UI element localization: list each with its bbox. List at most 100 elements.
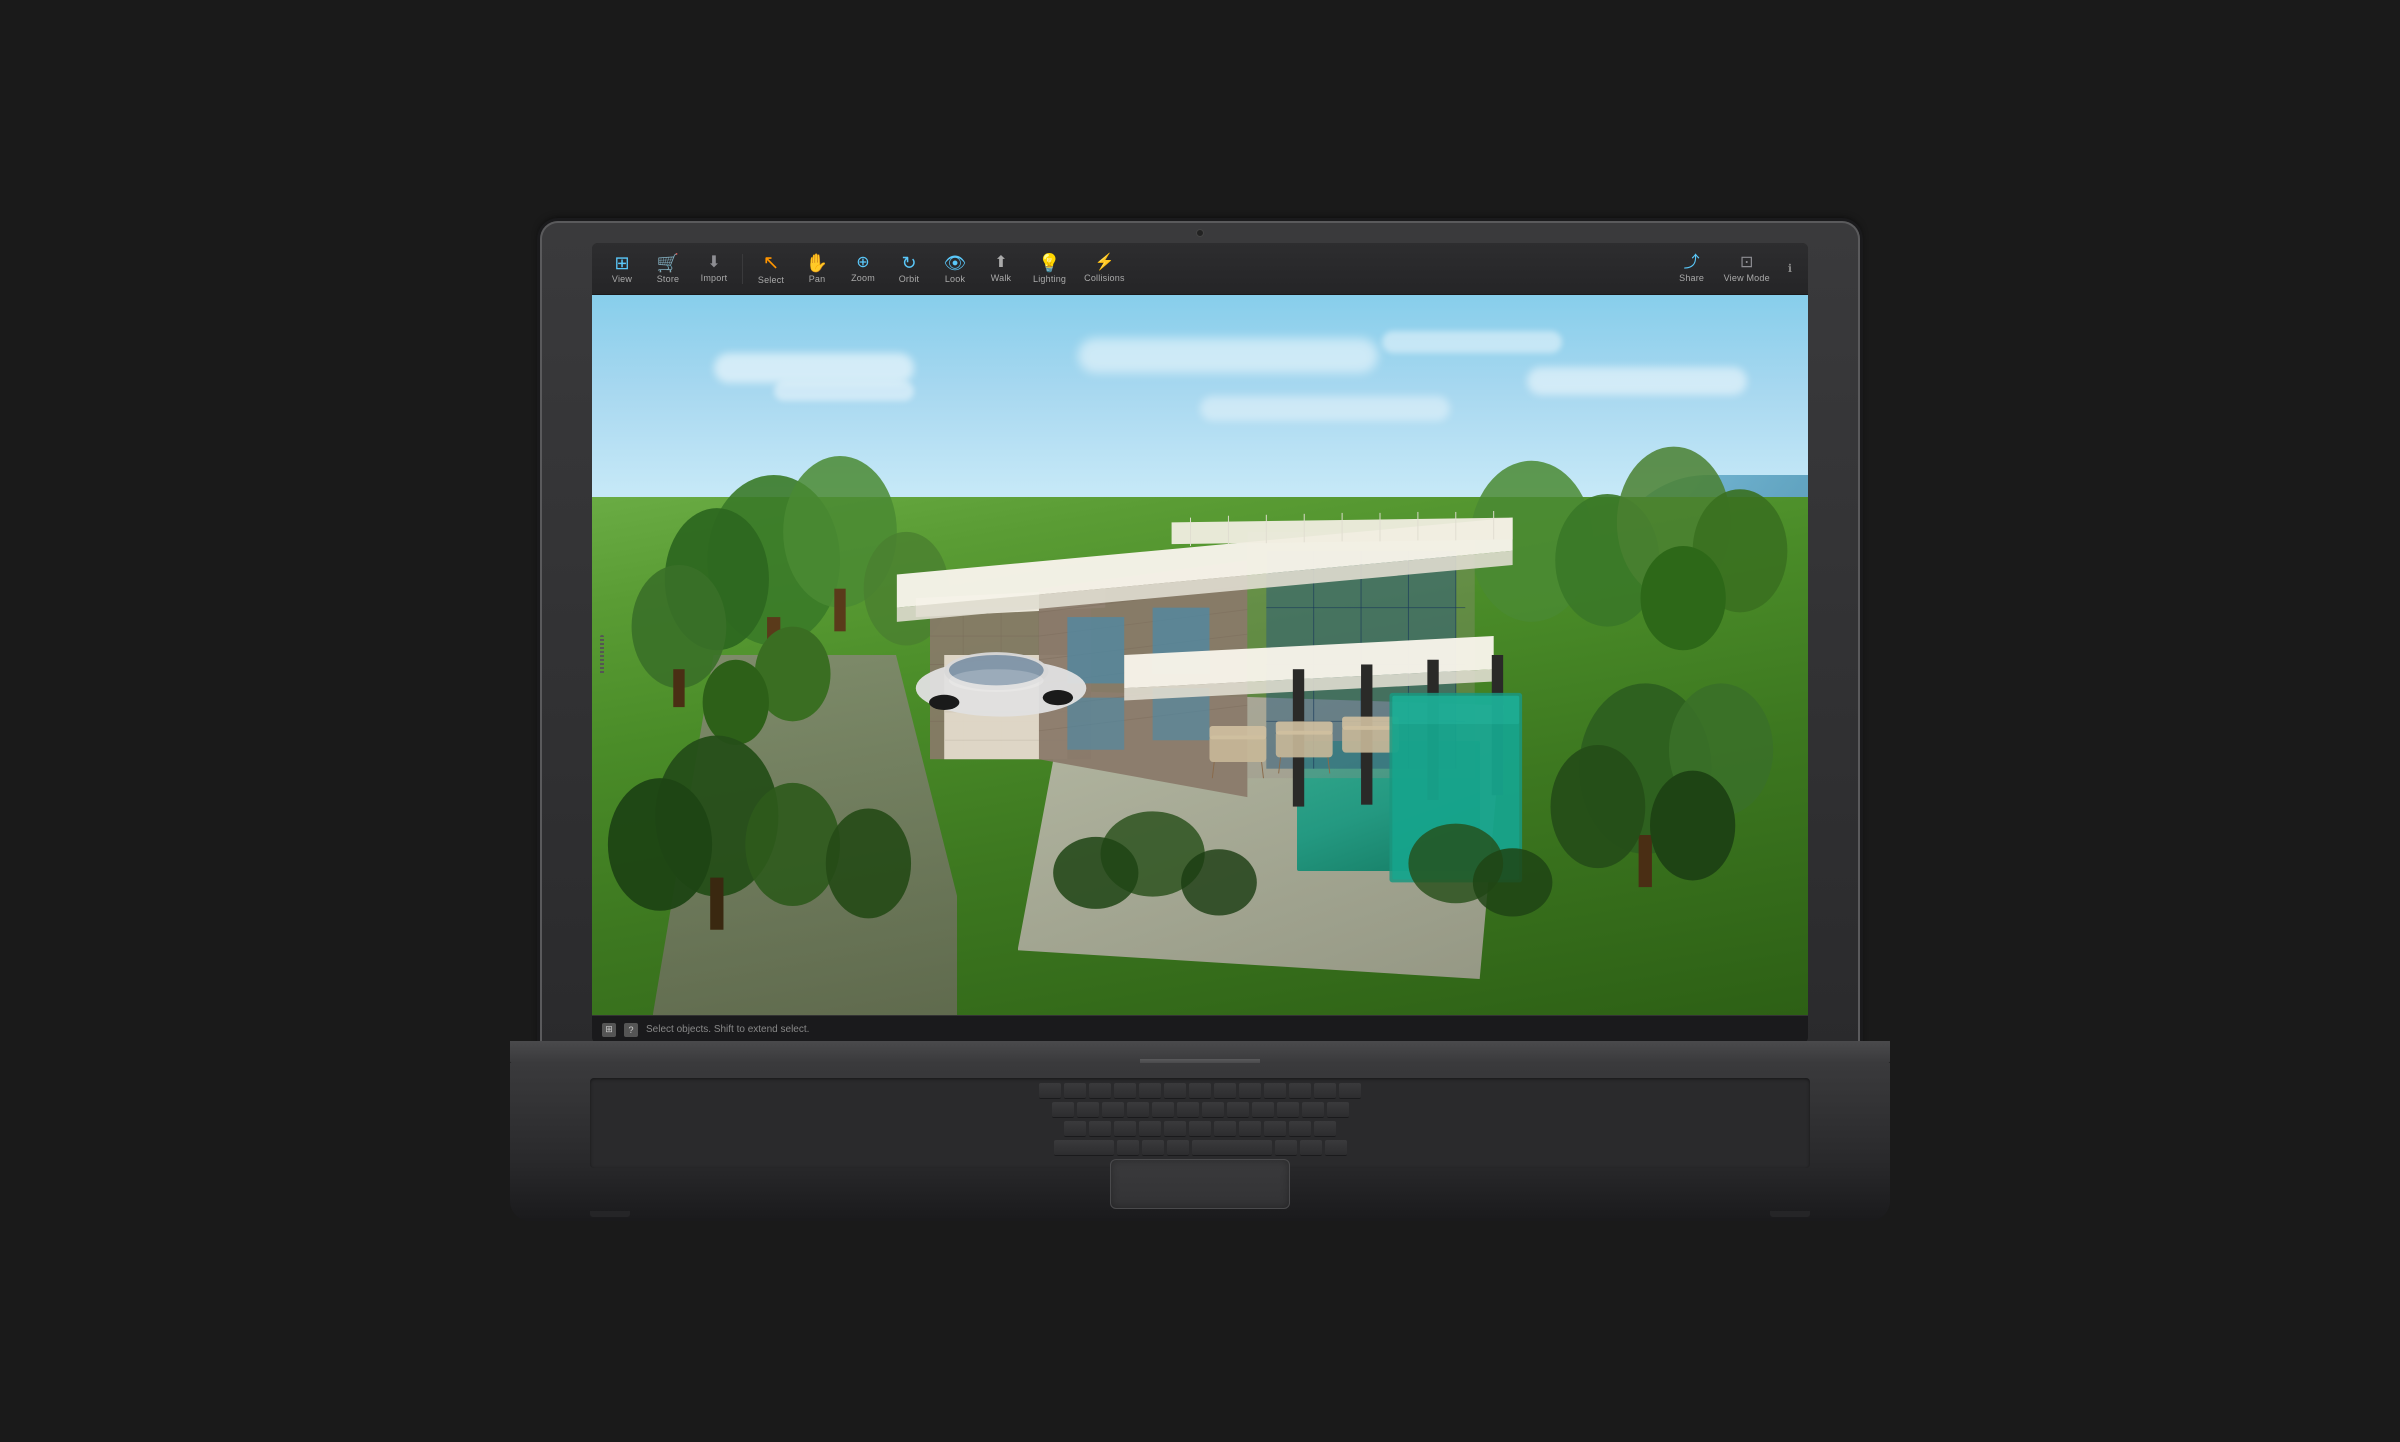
- laptop-base: [510, 1041, 1890, 1221]
- toolbar-item-share[interactable]: ⤴ Share: [1670, 251, 1714, 287]
- toolbar-item-import[interactable]: ⬇ Import: [692, 251, 736, 287]
- key: [1189, 1083, 1211, 1099]
- store-label: Store: [657, 274, 680, 284]
- viewport-3d[interactable]: [592, 295, 1808, 1015]
- laptop-frame: ⊞ View 🛒 Store ⬇ Import ↖ Select: [510, 221, 1890, 1221]
- scene-svg: [592, 295, 1808, 1015]
- pan-icon: ✋: [806, 254, 828, 272]
- key-row-2: [595, 1102, 1805, 1118]
- status-icon-grid: ⊞: [602, 1023, 616, 1037]
- info-button[interactable]: ℹ: [1780, 262, 1800, 275]
- status-text: Select objects. Shift to extend select.: [646, 1024, 809, 1035]
- screen-area: ⊞ View 🛒 Store ⬇ Import ↖ Select: [592, 243, 1808, 1043]
- key: [1314, 1083, 1336, 1099]
- toolbar-item-zoom[interactable]: ⊕ Zoom: [841, 251, 885, 287]
- lighting-icon: 💡: [1038, 254, 1060, 272]
- walk-label: Walk: [991, 273, 1011, 283]
- key: [1252, 1102, 1274, 1118]
- zoom-icon: ⊕: [856, 255, 869, 271]
- toolbar-item-select[interactable]: ↖ Select: [749, 249, 793, 289]
- select-icon: ↖: [763, 253, 780, 273]
- viewport-drag-handle[interactable]: [600, 635, 604, 675]
- toolbar-item-viewmode[interactable]: ⊡ View Mode: [1716, 251, 1778, 287]
- key-row-1: [595, 1083, 1805, 1099]
- key: [1277, 1102, 1299, 1118]
- divider-1: [742, 254, 743, 284]
- key: [1127, 1102, 1149, 1118]
- key: [1275, 1140, 1297, 1156]
- key-row-4: [595, 1140, 1805, 1156]
- look-label: Look: [945, 274, 965, 284]
- walk-icon: ⬆: [994, 255, 1007, 271]
- key: [1339, 1083, 1361, 1099]
- key: [1325, 1140, 1347, 1156]
- key: [1114, 1083, 1136, 1099]
- key: [1089, 1083, 1111, 1099]
- screen-bezel: ⊞ View 🛒 Store ⬇ Import ↖ Select: [540, 221, 1860, 1061]
- key: [1177, 1102, 1199, 1118]
- key: [1102, 1102, 1124, 1118]
- key: [1142, 1140, 1164, 1156]
- key: [1227, 1102, 1249, 1118]
- toolbar-item-pan[interactable]: ✋ Pan: [795, 250, 839, 288]
- trees-right-top: [1470, 447, 1787, 651]
- key: [1314, 1121, 1336, 1137]
- key: [1039, 1083, 1061, 1099]
- key: [1327, 1102, 1349, 1118]
- store-icon: 🛒: [657, 254, 679, 272]
- select-label: Select: [758, 275, 784, 285]
- orbit-label: Orbit: [899, 274, 920, 284]
- camera: [1196, 229, 1204, 237]
- key: [1152, 1102, 1174, 1118]
- key: [1289, 1121, 1311, 1137]
- view-label: View: [612, 274, 632, 284]
- key: [1117, 1140, 1139, 1156]
- collisions-icon: ⚡: [1094, 255, 1114, 271]
- viewmode-label: View Mode: [1724, 273, 1770, 283]
- key: [1164, 1121, 1186, 1137]
- key: [1052, 1102, 1074, 1118]
- key: [1139, 1121, 1161, 1137]
- key: [1077, 1102, 1099, 1118]
- look-icon: 👁: [944, 254, 967, 272]
- key: [1089, 1121, 1111, 1137]
- trees-right-fg: [1551, 683, 1774, 887]
- foot-left: [590, 1211, 630, 1217]
- toolbar-item-lighting[interactable]: 💡 Lighting: [1025, 250, 1074, 288]
- import-icon: ⬇: [707, 255, 720, 271]
- key: [1239, 1083, 1261, 1099]
- toolbar-item-view[interactable]: ⊞ View: [600, 250, 644, 288]
- share-icon: ⤴: [1684, 255, 1700, 271]
- status-icon-info[interactable]: ?: [624, 1023, 638, 1037]
- key: [1164, 1083, 1186, 1099]
- collisions-label: Collisions: [1084, 273, 1125, 283]
- laptop-feet: [510, 1211, 1890, 1221]
- key: [1214, 1121, 1236, 1137]
- laptop-keyboard: [590, 1078, 1810, 1168]
- view-icon: ⊞: [614, 254, 629, 272]
- toolbar-item-orbit[interactable]: ↻ Orbit: [887, 250, 931, 288]
- toolbar-item-walk[interactable]: ⬆ Walk: [979, 251, 1023, 287]
- key: [1064, 1121, 1086, 1137]
- key: [1189, 1121, 1211, 1137]
- pan-label: Pan: [809, 274, 826, 284]
- key: [1064, 1083, 1086, 1099]
- key: [1139, 1083, 1161, 1099]
- app-chrome: ⊞ View 🛒 Store ⬇ Import ↖ Select: [592, 243, 1808, 1043]
- key: [1302, 1102, 1324, 1118]
- toolbar-item-collisions[interactable]: ⚡ Collisions: [1076, 251, 1133, 287]
- key-space-main: [1192, 1140, 1272, 1156]
- key: [1167, 1140, 1189, 1156]
- share-label: Share: [1679, 273, 1704, 283]
- key-space: [1054, 1140, 1114, 1156]
- trackpad[interactable]: [1110, 1159, 1290, 1209]
- viewmode-icon: ⊡: [1740, 255, 1753, 271]
- key: [1264, 1121, 1286, 1137]
- toolbar-item-store[interactable]: 🛒 Store: [646, 250, 690, 288]
- zoom-label: Zoom: [851, 273, 875, 283]
- import-label: Import: [701, 273, 728, 283]
- key: [1239, 1121, 1261, 1137]
- toolbar-item-look[interactable]: 👁 Look: [933, 250, 977, 288]
- toolbar: ⊞ View 🛒 Store ⬇ Import ↖ Select: [592, 243, 1808, 295]
- status-bar: ⊞ ? Select objects. Shift to extend sele…: [592, 1015, 1808, 1043]
